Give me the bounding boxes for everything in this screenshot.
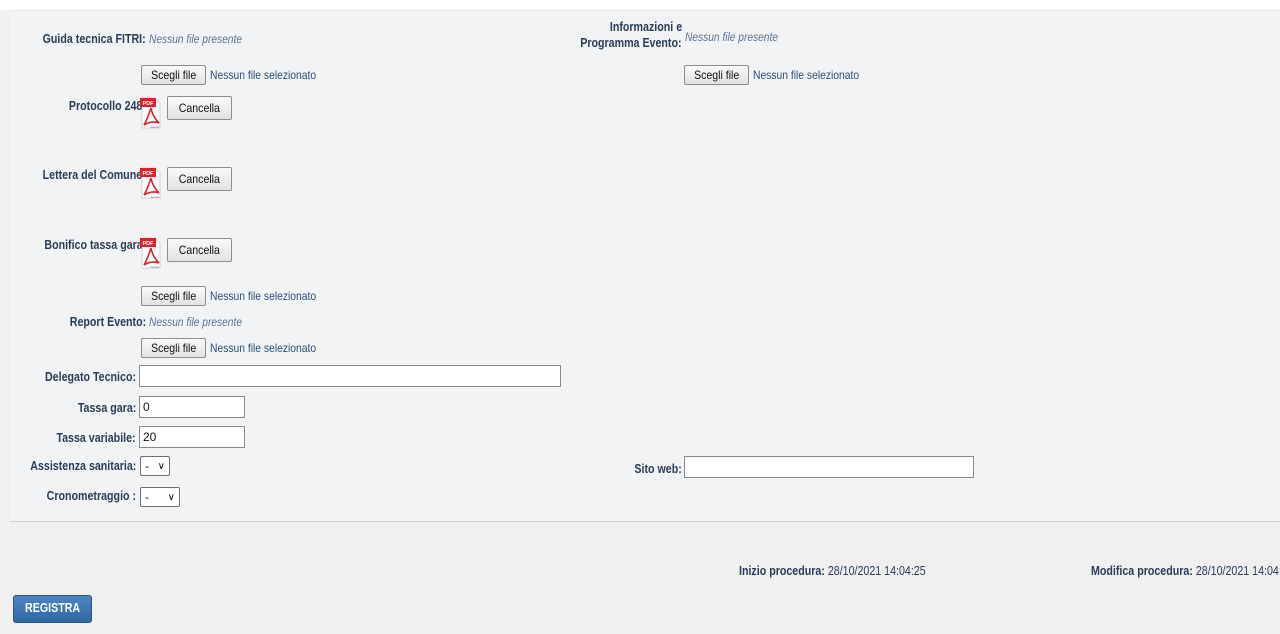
sito-web-label: Sito web: <box>634 461 682 476</box>
svg-text:Adobe: Adobe <box>151 195 160 199</box>
choose-file-button[interactable]: Scegli file <box>141 286 207 306</box>
modifica-procedura: Modifica procedura: 28/10/2021 14:04:50 <box>1091 563 1280 578</box>
informazioni-file-input[interactable]: Scegli file Nessun file selezionato <box>684 65 877 85</box>
informazioni-status: Nessun file presente <box>685 30 778 44</box>
svg-text:PDF: PDF <box>143 241 155 247</box>
choose-file-button[interactable]: Scegli file <box>684 65 750 85</box>
cronometraggio-select[interactable]: - ∨ <box>140 487 180 507</box>
tassa-gara-label: Tassa gara: <box>77 400 136 415</box>
tassa-variabile-input[interactable] <box>139 426 245 448</box>
svg-text:PDF: PDF <box>143 171 155 177</box>
top-bar <box>0 0 1280 10</box>
delegato-tecnico-input[interactable] <box>139 365 561 387</box>
report-status: Nessun file presente <box>149 315 242 329</box>
registra-button[interactable]: REGISTRA <box>13 595 93 623</box>
protocollo-label: Protocollo 248: <box>68 98 146 113</box>
report-label: Report Evento: <box>69 314 146 329</box>
tassa-variabile-label: Tassa variabile: <box>56 430 136 445</box>
assistenza-selected: - <box>145 459 149 473</box>
guida-tecnica-status: Nessun file presente <box>149 32 242 46</box>
bonifico-label: Bonifico tassa gara: <box>44 237 146 252</box>
svg-text:Adobe: Adobe <box>151 125 160 129</box>
report-file-input[interactable]: Scegli file Nessun file selezionato <box>141 338 334 358</box>
informazioni-label-line2: Programma Evento: <box>580 35 682 50</box>
guida-tecnica-label: Guida tecnica FITRI: <box>42 31 146 46</box>
svg-text:PDF: PDF <box>143 101 155 107</box>
bonifico-cancel-button[interactable]: Cancella <box>167 238 232 262</box>
modifica-procedura-label: Modifica procedura: <box>1091 563 1193 578</box>
file-selected-text: Nessun file selezionato <box>210 341 317 355</box>
svg-text:Adobe: Adobe <box>151 265 160 269</box>
delegato-label: Delegato Tecnico: <box>44 369 136 384</box>
modifica-procedura-value: 28/10/2021 14:04:50 <box>1195 563 1280 578</box>
chevron-down-icon: ∨ <box>167 491 175 503</box>
file-selected-text: Nessun file selezionato <box>210 289 317 303</box>
lettera-cancel-button[interactable]: Cancella <box>167 167 232 191</box>
pdf-icon[interactable]: PDF Adobe <box>140 166 162 200</box>
inizio-procedura: Inizio procedura: 28/10/2021 14:04:25 <box>739 563 926 578</box>
file-selected-text: Nessun file selezionato <box>210 68 317 82</box>
protocollo-cancel-button[interactable]: Cancella <box>167 96 232 120</box>
choose-file-button[interactable]: Scegli file <box>141 65 207 85</box>
sito-web-input[interactable] <box>684 456 974 478</box>
cronometraggio-selected: - <box>145 490 149 504</box>
tassa-gara-input[interactable] <box>139 396 245 418</box>
assistenza-label: Assistenza sanitaria: <box>29 458 136 473</box>
choose-file-button[interactable]: Scegli file <box>141 338 207 358</box>
file-selected-text: Nessun file selezionato <box>753 68 860 82</box>
assistenza-select[interactable]: - ∨ <box>140 456 170 476</box>
pdf-icon[interactable]: PDF Adobe <box>140 236 162 270</box>
inizio-procedura-label: Inizio procedura: <box>739 563 825 578</box>
cronometraggio-label: Cronometraggio : <box>46 488 136 503</box>
guida-tecnica-file-input[interactable]: Scegli file Nessun file selezionato <box>141 65 334 85</box>
pdf-icon[interactable]: PDF Adobe <box>140 96 162 130</box>
inizio-procedura-value: 28/10/2021 14:04:25 <box>827 563 926 578</box>
bonifico-file-input[interactable]: Scegli file Nessun file selezionato <box>141 286 334 306</box>
lettera-label: Lettera del Comune: <box>42 167 146 182</box>
chevron-down-icon: ∨ <box>157 460 165 472</box>
informazioni-label-line1: Informazioni e <box>609 19 682 34</box>
